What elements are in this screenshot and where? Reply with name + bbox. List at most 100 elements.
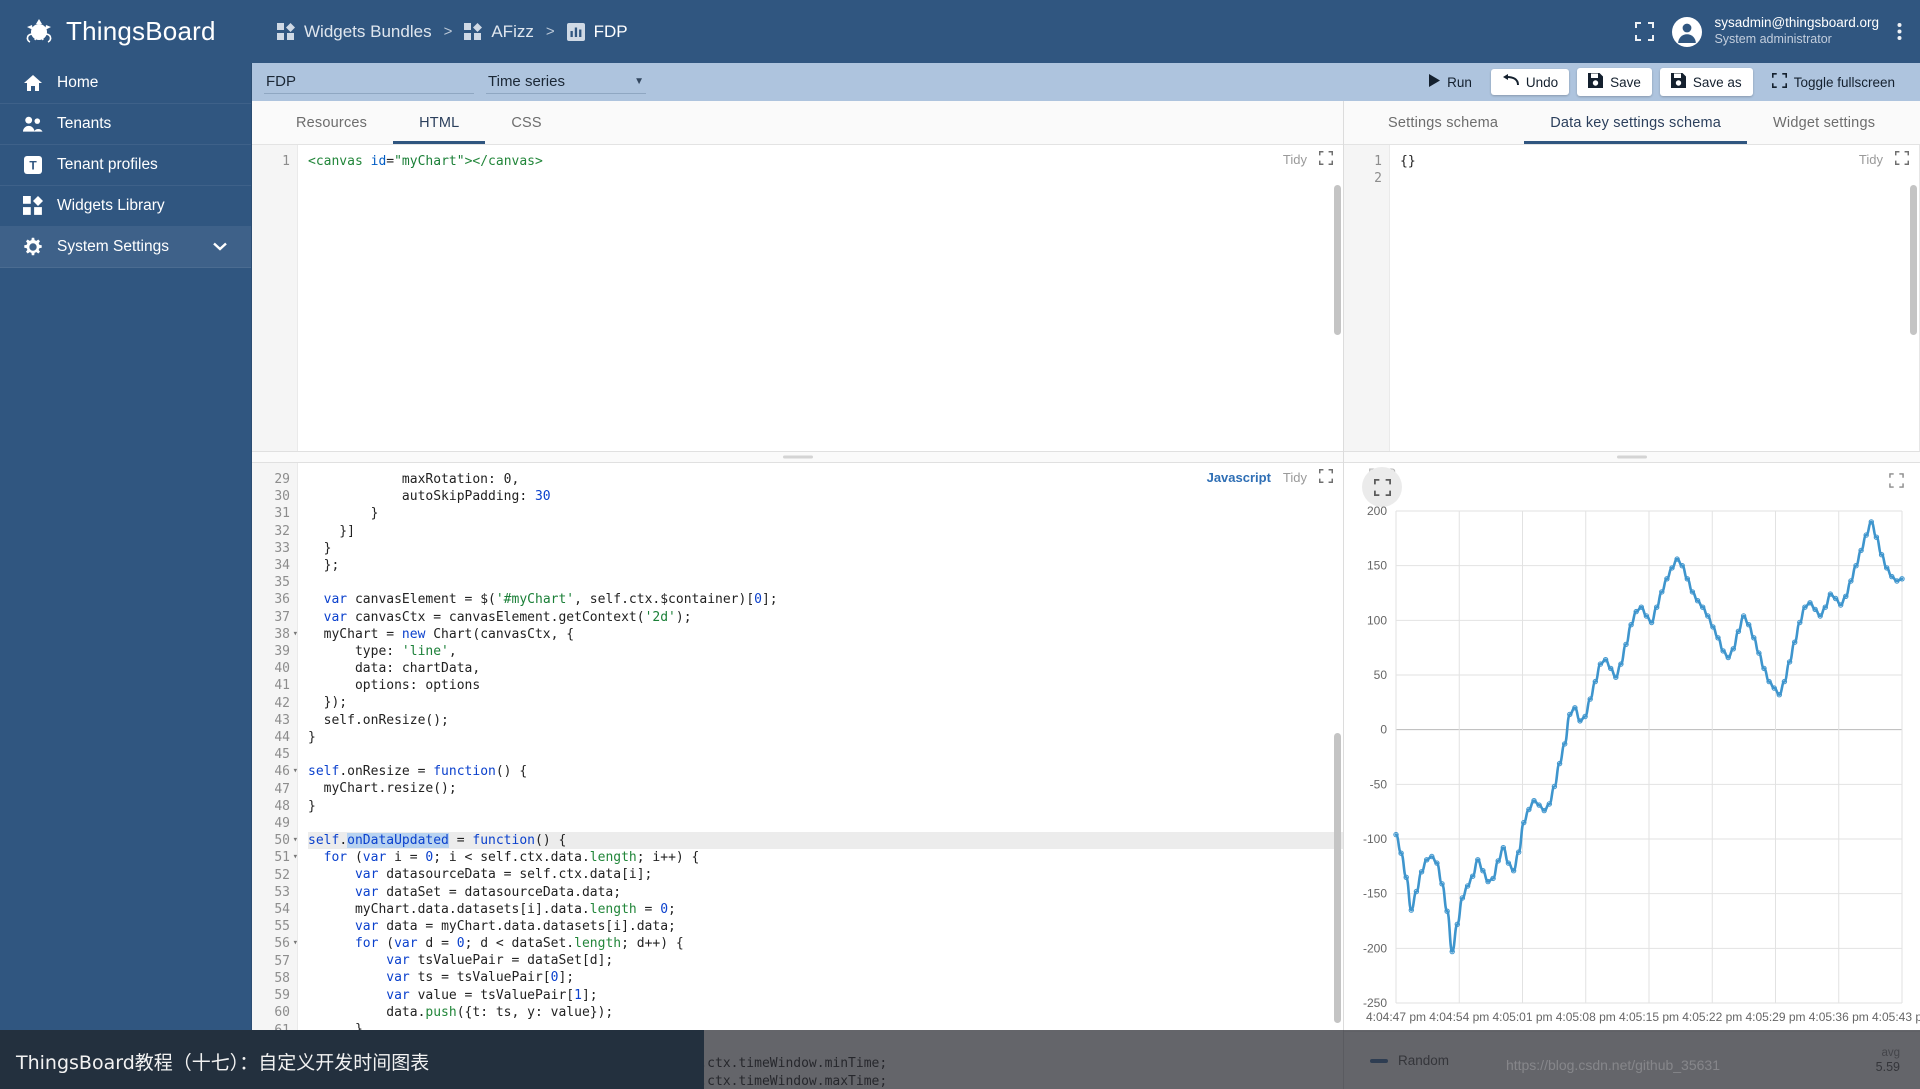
tab-data-key-settings-schema[interactable]: Data key settings schema (1524, 101, 1747, 144)
html-code-editor[interactable]: i1 <canvas id="myChart"></canvas> Tidy (252, 145, 1343, 451)
code-line[interactable]: for (var d = 0; d < dataSet.length; d++)… (308, 935, 1343, 952)
code-line[interactable]: }; (308, 557, 1343, 574)
code-line[interactable]: data.push({t: ts, y: value}); (308, 1004, 1343, 1021)
code-line[interactable] (308, 746, 1343, 763)
code-line[interactable]: self.onResize = function() { (308, 763, 1343, 780)
more-vert-icon[interactable] (1897, 22, 1902, 41)
code-line[interactable]: } (308, 505, 1343, 522)
code-line[interactable]: options: options (308, 677, 1343, 694)
code-line[interactable]: var datasourceData = self.ctx.data[i]; (308, 866, 1343, 883)
breadcrumb-item-afizz[interactable]: AFizz (464, 22, 534, 42)
user-menu[interactable]: sysadmin@thingsboard.org System administ… (1672, 15, 1879, 48)
sidebar-item-tenants[interactable]: Tenants (0, 104, 251, 145)
left-pane: Resources HTML CSS i1 <canvas id="myChar… (252, 101, 1344, 1089)
html-code-lines[interactable]: <canvas id="myChart"></canvas> (298, 145, 1343, 451)
code-line[interactable]: var value = tsValuePair[1]; (308, 987, 1343, 1004)
toggle-fullscreen-button[interactable]: Toggle fullscreen (1761, 68, 1906, 96)
code-line[interactable] (308, 815, 1343, 832)
js-editor-scrollbar[interactable] (1334, 733, 1341, 1023)
fullscreen-icon[interactable] (1635, 22, 1654, 41)
code-line[interactable]: var data = myChart.data.datasets[i].data… (308, 918, 1343, 935)
code-line[interactable]: var tsValuePair = dataSet[d]; (308, 952, 1343, 969)
breadcrumb-item-widgets-bundles[interactable]: Widgets Bundles (277, 22, 432, 42)
code-line[interactable]: myChart = new Chart(canvasCtx, { (308, 626, 1343, 643)
save-button[interactable]: Save (1577, 68, 1652, 96)
x-axis-tick-label: 4:05:22 pm (1682, 1010, 1742, 1024)
schema-code-editor[interactable]: 12 {} Tidy (1344, 145, 1920, 451)
code-line[interactable]: }); (308, 694, 1343, 711)
tab-settings-schema[interactable]: Settings schema (1362, 101, 1524, 144)
tab-css[interactable]: CSS (485, 101, 567, 144)
code-line[interactable]: {} (1400, 153, 1919, 170)
code-line[interactable]: myChart.data.datasets[i].data.length = 0… (308, 901, 1343, 918)
tidy-button[interactable]: Tidy (1859, 152, 1883, 167)
expand-icon[interactable] (1319, 151, 1333, 168)
top-bar: ThingsBoard Widgets Bundles > (0, 0, 1920, 63)
tab-widget-settings[interactable]: Widget settings (1747, 101, 1901, 144)
code-line[interactable]: myChart.options.scales.xAxes[0].ticks.mi… (308, 1055, 1343, 1072)
undo-button[interactable]: Undo (1491, 69, 1569, 95)
schema-code-lines[interactable]: {} (1390, 145, 1919, 451)
code-line[interactable]: autoSkipPadding: 30 (308, 488, 1343, 505)
legend-label: Random (1398, 1053, 1449, 1068)
tidy-button[interactable]: Tidy (1283, 470, 1307, 485)
code-line[interactable]: type: 'line', (308, 643, 1343, 660)
js-gutter: 29303132333435363738▾3940414243i444546▾4… (252, 463, 298, 1089)
tab-html[interactable]: HTML (393, 101, 485, 144)
pane-vertical-divider[interactable] (252, 451, 1343, 463)
code-line[interactable]: }] (308, 523, 1343, 540)
html-code-area[interactable]: i1 <canvas id="myChart"></canvas> (252, 145, 1343, 451)
schema-editor-scrollbar[interactable] (1910, 185, 1917, 335)
chart-canvas[interactable]: 200150100500-50-100-150-200-2504:04:47 p… (1344, 497, 1920, 1031)
data-point (1501, 846, 1505, 850)
code-line[interactable]: self.onResize(); (308, 712, 1343, 729)
code-line[interactable]: } (308, 1021, 1343, 1038)
code-line[interactable]: var canvasCtx = canvasElement.getContext… (308, 609, 1343, 626)
sidebar-item-tenant-profiles[interactable]: T Tenant profiles (0, 145, 251, 186)
sidebar-item-home[interactable]: Home (0, 63, 251, 104)
data-point (1430, 854, 1434, 858)
code-line[interactable]: var ts = tsValuePair[0]; (308, 969, 1343, 986)
code-line[interactable] (1400, 170, 1919, 187)
run-button[interactable]: Run (1418, 69, 1483, 95)
code-line[interactable]: <canvas id="myChart"></canvas> (308, 153, 1343, 170)
code-line[interactable]: var canvasElement = $('#myChart', self.c… (308, 591, 1343, 608)
legend-item-random[interactable]: Random (1370, 1053, 1449, 1068)
js-code-lines[interactable]: maxRotation: 0, autoSkipPadding: 30 } }]… (298, 463, 1343, 1089)
widget-title-input[interactable] (264, 71, 474, 94)
code-line[interactable]: } (308, 540, 1343, 557)
js-code-editor[interactable]: 29303132333435363738▾3940414243i444546▾4… (252, 463, 1343, 1089)
code-line[interactable]: maxRotation: 0, (308, 471, 1343, 488)
js-editor-hscrollbar[interactable] (298, 1081, 698, 1088)
left-pane-tabs: Resources HTML CSS (252, 101, 1343, 145)
right-pane-divider[interactable] (1344, 451, 1920, 463)
sidebar-item-system-settings[interactable]: System Settings (0, 227, 251, 268)
chart-legend: Random avg 5.59 (1344, 1031, 1920, 1089)
code-line[interactable]: } (308, 798, 1343, 815)
html-editor-scrollbar[interactable] (1334, 185, 1341, 335)
js-code-area[interactable]: 29303132333435363738▾3940414243i444546▾4… (252, 463, 1343, 1089)
sidebar-item-widgets-library[interactable]: Widgets Library (0, 186, 251, 227)
schema-code-area[interactable]: 12 {} (1344, 145, 1919, 451)
code-line[interactable] (308, 574, 1343, 591)
code-line[interactable]: } (308, 1038, 1343, 1055)
expand-icon[interactable] (1895, 151, 1909, 168)
chevron-down-icon[interactable] (213, 238, 227, 256)
chart-resize-icon[interactable] (1889, 473, 1904, 493)
code-line[interactable]: myChart.resize(); (308, 780, 1343, 797)
code-line[interactable]: data: chartData, (308, 660, 1343, 677)
code-line[interactable]: self.onDataUpdated = function() { (308, 832, 1343, 849)
tab-resources[interactable]: Resources (270, 101, 393, 144)
code-line[interactable]: var dataSet = datasourceData.data; (308, 884, 1343, 901)
expand-icon[interactable] (1319, 469, 1333, 486)
widget-type-select[interactable]: Time series ▼ (486, 71, 646, 94)
breadcrumb-item-fdp[interactable]: FDP (567, 22, 628, 42)
save-as-button[interactable]: Save as (1660, 68, 1753, 96)
brand[interactable]: ThingsBoard (0, 0, 252, 63)
data-point (1665, 577, 1669, 581)
data-point (1563, 742, 1567, 746)
data-point (1399, 851, 1403, 855)
tidy-button[interactable]: Tidy (1283, 152, 1307, 167)
code-line[interactable]: } (308, 729, 1343, 746)
code-line[interactable]: for (var i = 0; i < self.ctx.data.length… (308, 849, 1343, 866)
